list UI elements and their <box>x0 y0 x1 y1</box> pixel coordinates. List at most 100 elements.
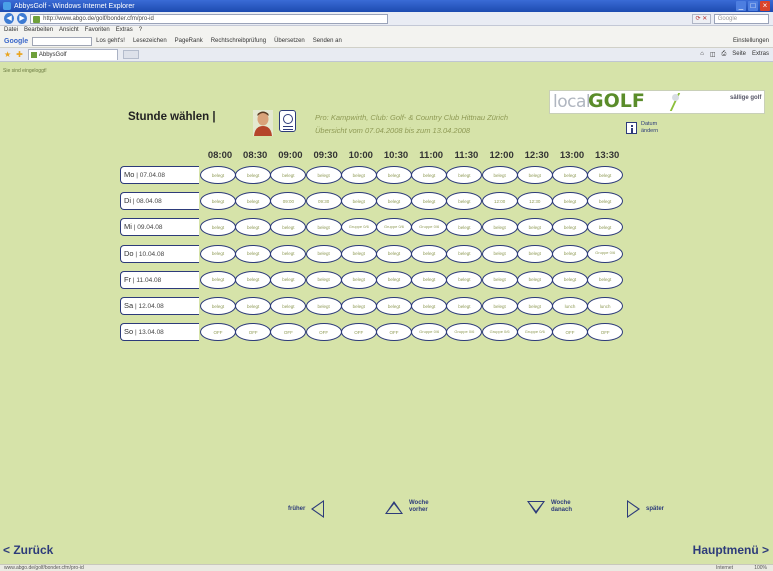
later-button[interactable]: später <box>627 500 664 518</box>
google-toolbar-item[interactable]: Rechtschreibprüfung <box>211 38 266 44</box>
browser-search-input[interactable]: Google <box>713 13 770 24</box>
main-menu-link[interactable]: Hauptmenü > <box>693 543 769 557</box>
google-toolbar-item[interactable]: PageRank <box>175 38 203 44</box>
time-slot-button[interactable]: belegt <box>446 218 483 237</box>
google-toolbar-item[interactable]: Übersetzen <box>274 38 305 44</box>
time-slot-button[interactable]: belegt <box>587 192 624 211</box>
time-slot-button[interactable]: belegt <box>340 192 377 211</box>
time-slot-button[interactable]: belegt <box>481 270 518 289</box>
time-slot-button[interactable]: belegt <box>305 244 342 263</box>
time-slot-button[interactable]: belegt <box>376 270 412 289</box>
time-slot-button[interactable]: belegt <box>200 270 236 289</box>
time-slot-button[interactable]: belegt <box>270 166 307 184</box>
time-slot-button[interactable]: 09:30 <box>305 192 342 211</box>
time-slot-button[interactable]: Gruppe 0/6 <box>411 218 448 237</box>
time-slot-button[interactable]: belegt <box>516 270 553 289</box>
time-slot-button[interactable]: Gruppe 0/6 <box>587 244 624 263</box>
page-menu[interactable]: Seite <box>732 51 746 58</box>
time-slot-button[interactable]: belegt <box>516 297 553 315</box>
time-slot-button[interactable]: belegt <box>411 192 448 211</box>
time-slot-button[interactable]: belegt <box>340 297 377 315</box>
time-slot-button[interactable]: belegt <box>235 192 272 211</box>
week-before-button[interactable]: Woche vorher <box>385 500 435 514</box>
new-tab-button[interactable] <box>122 50 139 59</box>
time-slot-button[interactable]: belegt <box>270 270 307 289</box>
time-slot-button[interactable]: OFF <box>200 323 236 342</box>
time-slot-button[interactable]: lunch <box>587 297 624 315</box>
time-slot-button[interactable]: belegt <box>200 218 236 237</box>
zoom-level[interactable]: 100% <box>754 565 767 571</box>
time-slot-button[interactable]: belegt <box>305 218 342 237</box>
refresh-stop-button[interactable]: ⟳ ✕ <box>692 13 711 24</box>
time-slot-button[interactable]: belegt <box>235 166 272 184</box>
menu-item[interactable]: Bearbeiten <box>24 26 53 35</box>
time-slot-button[interactable]: OFF <box>587 323 624 342</box>
maximize-button[interactable]: □ <box>748 1 758 11</box>
menu-item[interactable]: Datei <box>4 26 18 35</box>
change-date-link[interactable]: Datum ändern <box>641 121 671 134</box>
time-slot-button[interactable]: Gruppe 0/6 <box>411 323 448 342</box>
time-slot-button[interactable]: belegt <box>200 192 236 211</box>
time-slot-button[interactable]: belegt <box>446 270 483 289</box>
print-icon[interactable]: ⎙ <box>721 51 726 58</box>
add-favorites-icon[interactable]: ✚ <box>16 50 23 59</box>
back-link[interactable]: < Zurück <box>3 543 53 557</box>
time-slot-button[interactable]: belegt <box>481 218 518 237</box>
time-slot-button[interactable]: belegt <box>516 166 553 184</box>
time-slot-button[interactable]: belegt <box>376 297 412 315</box>
time-slot-button[interactable]: Gruppe 0/6 <box>340 218 377 237</box>
home-icon[interactable]: ⌂ <box>700 51 704 58</box>
time-slot-button[interactable]: belegt <box>587 166 624 184</box>
google-toolbar-item[interactable]: Los geht's! <box>96 38 125 44</box>
time-slot-button[interactable]: belegt <box>270 218 307 237</box>
time-slot-button[interactable]: OFF <box>305 323 342 342</box>
favorites-star-icon[interactable]: ★ <box>4 50 11 59</box>
time-slot-button[interactable]: OFF <box>376 323 412 342</box>
close-button[interactable]: × <box>760 1 770 11</box>
time-slot-button[interactable]: OFF <box>340 323 377 342</box>
tools-menu[interactable]: Extras <box>752 51 769 58</box>
time-slot-button[interactable]: belegt <box>305 166 342 184</box>
url-input[interactable]: http://www.abgo.de/golf/bonder.cfm/pro-i… <box>30 13 389 24</box>
google-toolbar-item[interactable]: Senden an <box>313 38 342 44</box>
menu-item[interactable]: Favoriten <box>85 26 110 35</box>
earlier-button[interactable]: früher <box>288 500 325 518</box>
time-slot-button[interactable]: OFF <box>552 323 588 342</box>
time-slot-button[interactable]: 09:00 <box>270 192 307 211</box>
time-slot-button[interactable]: belegt <box>446 192 483 211</box>
time-slot-button[interactable]: belegt <box>340 166 377 184</box>
time-slot-button[interactable]: belegt <box>481 297 518 315</box>
time-slot-button[interactable]: belegt <box>411 244 448 263</box>
time-slot-button[interactable]: belegt <box>235 297 272 315</box>
time-slot-button[interactable]: belegt <box>340 244 377 263</box>
google-search-input[interactable] <box>32 36 93 46</box>
time-slot-button[interactable]: belegt <box>481 166 518 184</box>
google-settings-button[interactable]: Einstellungen <box>733 38 769 44</box>
time-slot-button[interactable]: belegt <box>376 166 412 184</box>
time-slot-button[interactable]: belegt <box>376 244 412 263</box>
time-slot-button[interactable]: belegt <box>305 270 342 289</box>
time-slot-button[interactable]: Gruppe 0/6 <box>376 218 412 237</box>
time-slot-button[interactable]: belegt <box>270 244 307 263</box>
change-date-icon[interactable] <box>626 122 637 134</box>
time-slot-button[interactable]: belegt <box>411 297 448 315</box>
menu-item[interactable]: ? <box>139 26 142 35</box>
time-slot-button[interactable]: belegt <box>446 297 483 315</box>
time-slot-button[interactable]: belegt <box>516 244 553 263</box>
time-slot-button[interactable]: belegt <box>340 270 377 289</box>
menu-item[interactable]: Extras <box>116 26 133 35</box>
time-slot-button[interactable]: Gruppe 0/6 <box>481 323 518 342</box>
time-slot-button[interactable]: belegt <box>587 270 624 289</box>
time-slot-button[interactable]: belegt <box>235 270 272 289</box>
time-slot-button[interactable]: belegt <box>516 218 553 237</box>
time-slot-button[interactable]: belegt <box>235 244 272 263</box>
feeds-icon[interactable]: ◫ <box>710 51 716 58</box>
time-slot-button[interactable]: belegt <box>552 166 588 184</box>
time-slot-button[interactable]: belegt <box>411 166 448 184</box>
time-slot-button[interactable]: lunch <box>552 297 588 315</box>
info-icon[interactable] <box>279 110 296 132</box>
time-slot-button[interactable]: belegt <box>200 244 236 263</box>
time-slot-button[interactable]: belegt <box>481 244 518 263</box>
time-slot-button[interactable]: belegt <box>587 218 624 237</box>
time-slot-button[interactable]: Gruppe 0/6 <box>446 323 483 342</box>
